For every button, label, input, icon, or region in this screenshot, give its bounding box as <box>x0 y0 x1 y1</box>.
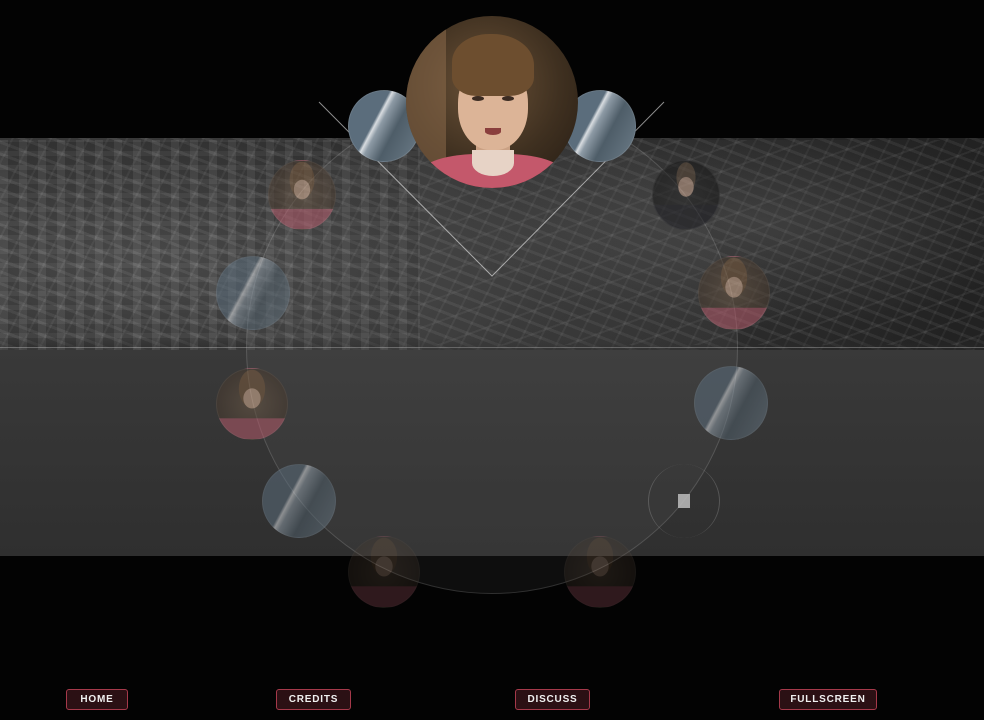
video-thumbnail-placeholder[interactable] <box>648 464 720 538</box>
video-thumbnail[interactable] <box>698 256 770 330</box>
home-button[interactable]: HOME <box>66 689 128 710</box>
portrait-eye <box>472 96 484 101</box>
discuss-button[interactable]: DISCUSS <box>515 689 590 710</box>
portrait-hair <box>452 34 534 96</box>
video-thumbnail[interactable] <box>216 256 290 330</box>
video-thumbnail[interactable] <box>348 536 420 608</box>
video-thumbnail[interactable] <box>268 160 336 230</box>
play-icon <box>678 494 690 508</box>
video-thumbnail[interactable] <box>694 366 768 440</box>
video-thumbnail[interactable] <box>262 464 336 538</box>
video-stage: HOME CREDITS DISCUSS FULLSCREEN <box>0 0 984 720</box>
video-thumbnail[interactable] <box>564 536 636 608</box>
credits-button[interactable]: CREDITS <box>276 689 351 710</box>
featured-video-portrait[interactable] <box>406 16 578 188</box>
portrait-collar <box>472 150 514 176</box>
fullscreen-button[interactable]: FULLSCREEN <box>779 689 877 710</box>
portrait-mouth <box>485 128 501 135</box>
portrait-eye <box>502 96 514 101</box>
video-thumbnail[interactable] <box>652 160 720 230</box>
video-thumbnail[interactable] <box>216 368 288 440</box>
